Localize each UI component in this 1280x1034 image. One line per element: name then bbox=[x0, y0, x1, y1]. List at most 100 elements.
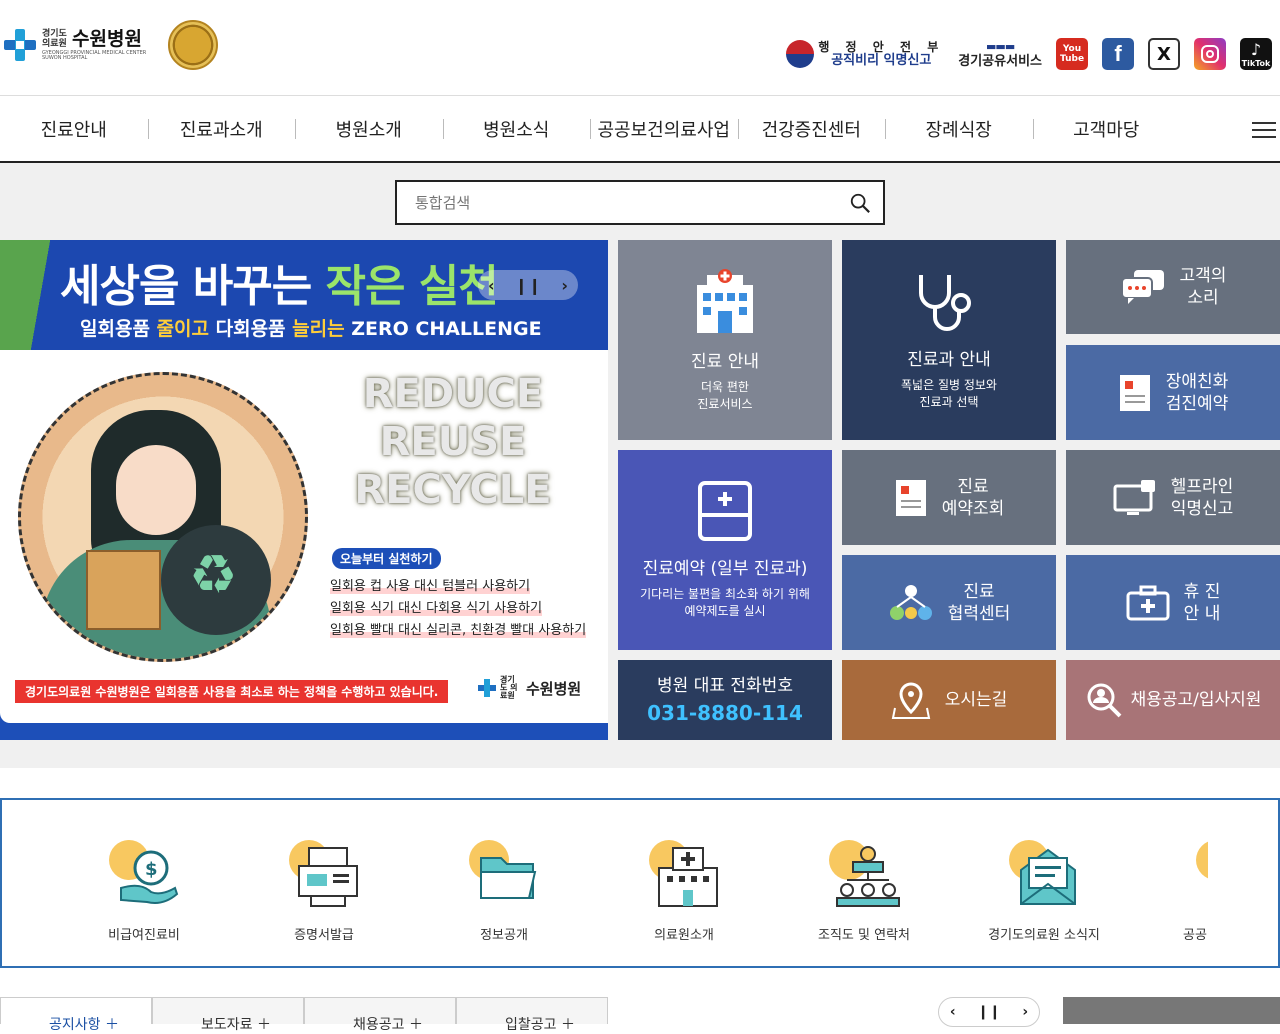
calendar-plus-icon bbox=[698, 481, 752, 541]
network-people-icon bbox=[889, 584, 932, 620]
banner-next-icon[interactable]: › bbox=[561, 276, 568, 295]
start-today-badge: 오늘부터 실천하기 bbox=[332, 548, 441, 569]
quick-item-certificate[interactable]: 증명서발급 bbox=[234, 800, 414, 966]
tab-notice[interactable]: 공지사항 ＋ bbox=[0, 997, 152, 1033]
quick-links: $ 비급여진료비 증명서발급 정보공개 의료원소개 조직도 및 연락처 경기도의… bbox=[0, 798, 1280, 968]
nav-item-customer[interactable]: 고객마당 bbox=[1032, 116, 1181, 142]
top-links: 행 정 안 전 부 공직비리 익명신고 ▬▬▬ 경기공유서비스 You Tube … bbox=[786, 38, 1272, 70]
youtube-icon[interactable]: You Tube bbox=[1056, 38, 1088, 70]
nav-item-news[interactable]: 병원소식 bbox=[442, 116, 591, 142]
tile-helpline[interactable]: 헬프라인 익명신고 bbox=[1066, 450, 1280, 545]
prev-icon[interactable]: ‹ bbox=[950, 1004, 956, 1020]
cross-logo-icon bbox=[4, 29, 36, 61]
folder-icon bbox=[469, 840, 539, 910]
hospital-building-icon bbox=[697, 269, 753, 333]
tile-directions[interactable]: 오시는길 bbox=[842, 660, 1056, 740]
tab-recruit[interactable]: 채용공고 ＋ bbox=[304, 997, 456, 1033]
gov-anonymous-report-link[interactable]: 행 정 안 전 부 공직비리 익명신고 bbox=[786, 40, 944, 68]
phone-number[interactable]: 031-8880-114 bbox=[647, 701, 803, 725]
gyeonggi-share-link[interactable]: ▬▬▬ 경기공유서비스 bbox=[958, 39, 1042, 69]
quick-label: 정보공개 bbox=[480, 928, 528, 943]
tile-department-guide[interactable]: 진료과 안내 폭넓은 질병 정보와 진료과 선택 bbox=[842, 240, 1056, 440]
tile-customer-voice[interactable]: 고객의 소리 bbox=[1066, 240, 1280, 334]
quick-item-info-disclosure[interactable]: 정보공개 bbox=[414, 800, 594, 966]
tile-title: 휴 진안 내 bbox=[1183, 581, 1221, 624]
quick-label: 공공 bbox=[1183, 928, 1207, 943]
reduce-reuse-recycle: REDUCE REUSE RECYCLE bbox=[354, 371, 552, 513]
org-chart-icon bbox=[829, 840, 900, 910]
gov-ministry-label: 행 정 안 전 부 bbox=[818, 40, 945, 54]
nav-item-departments[interactable]: 진료과소개 bbox=[147, 116, 296, 142]
quick-item-newsletter[interactable]: 경기도의료원 소식지 bbox=[954, 800, 1134, 966]
tile-title: 진료예약 (일부 진료과) bbox=[642, 559, 808, 579]
policy-statement: 경기도의료원 수원병원은 일회용품 사용을 최소로 하는 정책을 수행하고 있습… bbox=[15, 680, 449, 703]
magnifier-person-icon bbox=[1087, 683, 1121, 718]
cross-logo-icon bbox=[478, 679, 496, 697]
nav-item-public-health[interactable]: 공공보건의료사업 bbox=[590, 116, 738, 142]
monitor-lock-icon bbox=[1113, 479, 1155, 515]
tips-list: 일회용 컵 사용 대신 텀블러 사용하기 일회용 식기 대신 다회용 식기 사용… bbox=[330, 576, 587, 642]
quick-label: 의료원소개 bbox=[654, 928, 714, 943]
nav-item-health-center[interactable]: 건강증진센터 bbox=[737, 116, 886, 142]
hospital-logo[interactable]: 경기도 의료원 수원병원 GYEONGGI PROVINCIAL MEDICAL … bbox=[4, 20, 218, 70]
first-aid-kit-icon bbox=[1126, 585, 1170, 620]
tab-press[interactable]: 보도자료 ＋ bbox=[152, 997, 304, 1033]
tile-reservation[interactable]: 진료예약 (일부 진료과) 기다리는 불편을 최소화 하기 위해 예약제도를 실시 bbox=[618, 450, 832, 650]
popup-thumbnail[interactable] bbox=[1063, 997, 1280, 1024]
mail-letter-icon bbox=[1009, 840, 1079, 910]
slider-controls: ‹ ❙❙ › bbox=[938, 997, 1040, 1027]
tile-subtitle: 기다리는 불편을 최소화 하기 위해 예약제도를 실시 bbox=[640, 587, 810, 618]
main-banner[interactable]: 세상을 바꾸는 작은 실천 일회용품 줄이고 다회용품 늘리는 ZERO CHA… bbox=[0, 240, 608, 740]
logo-big-text: 수원병원 bbox=[72, 27, 142, 50]
logo-english-text: GYEONGGI PROVINCIAL MEDICAL CENTER SUWON… bbox=[42, 50, 147, 61]
tab-bid[interactable]: 입찰공고 ＋ bbox=[456, 997, 608, 1033]
pause-icon[interactable]: ❙❙ bbox=[977, 1004, 1000, 1020]
banner-prev-icon[interactable]: ‹ bbox=[488, 276, 495, 295]
gov-report-label: 공직비리 익명신고 bbox=[831, 53, 932, 68]
facebook-icon[interactable]: f bbox=[1102, 38, 1134, 70]
quick-item-non-covered-fees[interactable]: $ 비급여진료비 bbox=[54, 800, 234, 966]
banner-title: 세상을 바꾸는 작은 실천 bbox=[60, 261, 499, 312]
tile-closed-notice[interactable]: 휴 진안 내 bbox=[1066, 555, 1280, 650]
nav-item-about[interactable]: 병원소개 bbox=[295, 116, 443, 142]
illustration-woman-recycling bbox=[18, 372, 308, 662]
main-navigation: 진료안내 진료과소개 병원소개 병원소식 공공보건의료사업 건강증진센터 장례식… bbox=[0, 95, 1280, 163]
nav-item-funeral[interactable]: 장례식장 bbox=[885, 116, 1033, 142]
next-icon[interactable]: › bbox=[1022, 1004, 1028, 1020]
phone-title: 병원 대표 전화번호 bbox=[657, 676, 793, 696]
tile-care-guide[interactable]: 진료 안내 더욱 편한 진료서비스 bbox=[618, 240, 832, 440]
tile-title: 고객의 소리 bbox=[1179, 266, 1227, 308]
banner-controls: ‹ ❙❙ › bbox=[478, 270, 578, 300]
tile-disability-checkup[interactable]: 장애친화 검진예약 bbox=[1066, 345, 1280, 440]
tile-phone[interactable]: 병원 대표 전화번호 031-8880-114 bbox=[618, 660, 832, 740]
search-input[interactable] bbox=[397, 182, 817, 223]
banner-pause-icon[interactable]: ❙❙ bbox=[515, 276, 542, 295]
quick-item-about-center[interactable]: 의료원소개 bbox=[594, 800, 774, 966]
quick-label: 증명서발급 bbox=[294, 928, 354, 943]
tile-recruit[interactable]: 채용공고/입사지원 bbox=[1066, 660, 1280, 740]
tile-title: 오시는길 bbox=[944, 690, 1008, 710]
nav-item-care-guide[interactable]: 진료안내 bbox=[0, 116, 148, 142]
hamburger-menu-icon[interactable] bbox=[1252, 122, 1276, 138]
instagram-icon[interactable] bbox=[1194, 38, 1226, 70]
x-icon[interactable]: X bbox=[1148, 38, 1180, 70]
tile-title: 진료 예약조회 bbox=[941, 476, 1005, 519]
clipboard-icon bbox=[895, 479, 926, 516]
stethoscope-icon bbox=[919, 275, 971, 331]
tile-title: 채용공고/입사지원 bbox=[1130, 690, 1262, 710]
tile-title: 헬프라인 익명신고 bbox=[1170, 476, 1234, 519]
tip-item: 일회용 컵 사용 대신 텀블러 사용하기 bbox=[330, 579, 531, 594]
quick-label: 경기도의료원 소식지 bbox=[988, 928, 1100, 943]
logo-small-text: 경기도 의료원 bbox=[42, 29, 67, 49]
speech-bubbles-icon bbox=[1120, 270, 1164, 304]
tile-title: 진료 안내 bbox=[691, 352, 759, 372]
money-bag-icon: $ bbox=[109, 840, 179, 910]
quick-item-public[interactable]: 공공 bbox=[1112, 800, 1208, 966]
quick-item-org-chart[interactable]: 조직도 및 연락처 bbox=[774, 800, 954, 966]
tile-title: 진료 협력센터 bbox=[947, 581, 1011, 624]
tile-partner-center[interactable]: 진료 협력센터 bbox=[842, 555, 1056, 650]
hospital-icon bbox=[649, 840, 719, 910]
tile-reservation-lookup[interactable]: 진료 예약조회 bbox=[842, 450, 1056, 545]
search-icon[interactable] bbox=[849, 192, 871, 214]
tiktok-icon[interactable]: ♪ TikTok bbox=[1240, 38, 1272, 70]
